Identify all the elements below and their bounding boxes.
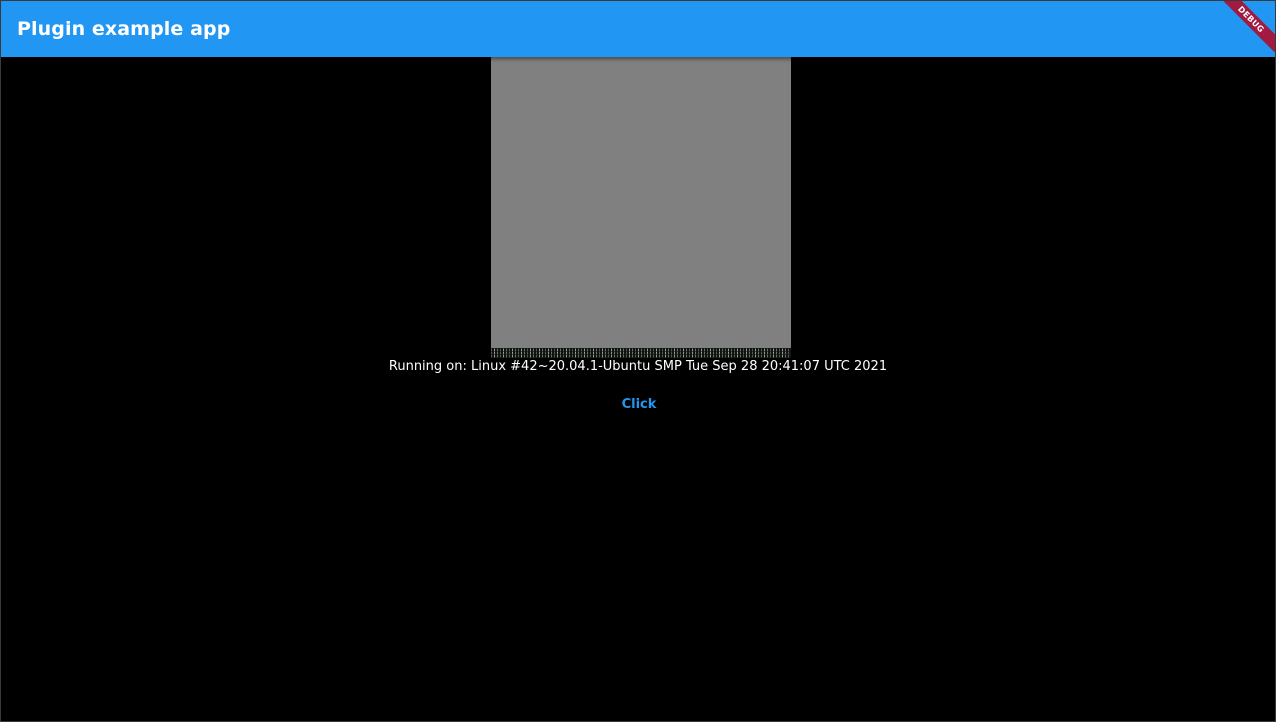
app-window: Plugin example app DEBUG Running on: Lin…	[1, 1, 1275, 721]
app-title: Plugin example app	[17, 18, 231, 40]
platform-version-text: Running on: Linux #42~20.04.1-Ubuntu SMP…	[388, 359, 888, 374]
main-content: Running on: Linux #42~20.04.1-Ubuntu SMP…	[1, 57, 1275, 721]
app-bar: Plugin example app	[1, 1, 1275, 57]
image-preview	[491, 57, 791, 358]
click-button[interactable]: Click	[604, 389, 674, 421]
